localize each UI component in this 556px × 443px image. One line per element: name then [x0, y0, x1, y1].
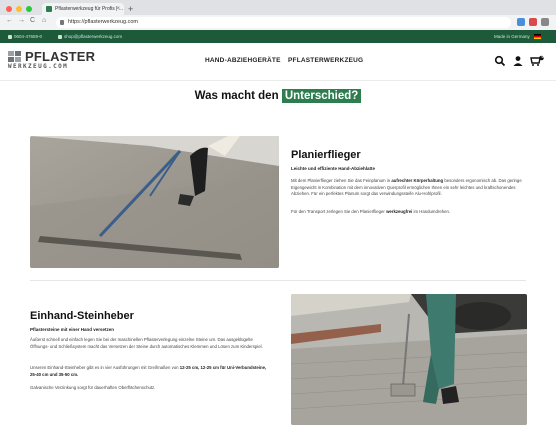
- mail-icon: [58, 34, 62, 39]
- made-in-text: Made in Germany: [494, 34, 530, 39]
- planierflieger-image: [30, 136, 279, 268]
- close-window-button[interactable]: [6, 6, 12, 12]
- url-text: https://pflasterwerkzeug.com: [68, 19, 139, 25]
- minimize-window-button[interactable]: [16, 6, 22, 12]
- steinheber-photo: [291, 294, 527, 425]
- browser-toolbar: ← → C ⌂ https://pflasterwerkzeug.com: [0, 15, 556, 30]
- logo-mark-icon: [8, 51, 22, 63]
- tab-close-icon[interactable]: ×: [116, 3, 120, 15]
- section1-title: Planierflieger: [291, 149, 361, 161]
- email-link[interactable]: shop@pflasterwerkzeug.com: [58, 30, 122, 43]
- phone-text: 0604-47659-0: [14, 34, 43, 39]
- menu-icon[interactable]: [541, 18, 549, 26]
- section1-subtitle: Leichte und effiziente Hand-Abziehlatte: [291, 166, 376, 171]
- section1-paragraph-1: Mit dem Planierflieger ziehen Sie das Fe…: [291, 178, 522, 197]
- logo-text-bottom: WERKZEUG.COM: [8, 63, 69, 70]
- back-icon[interactable]: ←: [6, 17, 13, 24]
- section2-paragraph-2: Unseren Einhand-Steinheber gibt es in vi…: [30, 365, 267, 377]
- reload-icon[interactable]: C: [30, 17, 35, 24]
- phone-icon: [8, 34, 12, 39]
- cart-count-badge: 0: [541, 55, 544, 59]
- section2-paragraph-1: Äußerst schnell und einfach legen Sie be…: [30, 337, 263, 349]
- steinheber-image: [291, 294, 527, 425]
- email-text: shop@pflasterwerkzeug.com: [64, 34, 123, 39]
- tab-title: Pflasterwerkzeug für Profis | ...: [55, 6, 123, 12]
- address-bar[interactable]: https://pflasterwerkzeug.com: [56, 17, 511, 28]
- phone-link[interactable]: 0604-47659-0: [8, 30, 42, 43]
- section2-title: Einhand-Steinheber: [30, 310, 134, 322]
- headline-highlight: Unterschied?: [281, 89, 362, 103]
- logo-text-top: PFLASTER: [25, 49, 96, 64]
- section2-paragraph-3: Galvanische Verzinkung sorgt für dauerha…: [30, 385, 156, 390]
- favicon-icon: [46, 6, 52, 12]
- nav-hand-abziehgeraete[interactable]: HAND-ABZIEHGERÄTE: [205, 57, 281, 64]
- section-divider: [30, 280, 526, 281]
- extension-icon[interactable]: [529, 18, 537, 26]
- nav-pflasterwerkzeug[interactable]: PFLASTERWERKZEUG: [288, 57, 363, 64]
- home-icon[interactable]: ⌂: [42, 17, 46, 24]
- browser-chrome: Pflasterwerkzeug für Profis | ... × + ← …: [0, 0, 556, 30]
- extension-icon[interactable]: [517, 18, 525, 26]
- section2-subtitle: Pflastersteine mit einer Hand versetzen: [30, 327, 115, 332]
- section1-paragraph-2: Für den Transport zerlegen Sie den Plani…: [291, 209, 451, 214]
- forward-icon[interactable]: →: [18, 17, 25, 24]
- planierflieger-photo: [30, 136, 279, 268]
- lock-icon: [60, 20, 64, 25]
- made-in-germany: Made in Germany: [494, 30, 541, 43]
- window-controls: [6, 6, 32, 12]
- germany-flag-icon: [533, 34, 541, 39]
- browser-tab[interactable]: Pflasterwerkzeug für Profis | ... ×: [42, 3, 124, 15]
- maximize-window-button[interactable]: [26, 6, 32, 12]
- user-icon[interactable]: [512, 55, 524, 67]
- top-info-bar: 0604-47659-0 shop@pflasterwerkzeug.com M…: [0, 30, 556, 43]
- site-header: PFLASTER WERKZEUG.COM HAND-ABZIEHGERÄTE …: [0, 43, 556, 81]
- new-tab-button[interactable]: +: [128, 3, 133, 15]
- headline-text: Was macht den: [194, 90, 279, 102]
- search-icon[interactable]: [494, 55, 506, 67]
- page-headline: Was macht den Unterschied?: [0, 89, 556, 103]
